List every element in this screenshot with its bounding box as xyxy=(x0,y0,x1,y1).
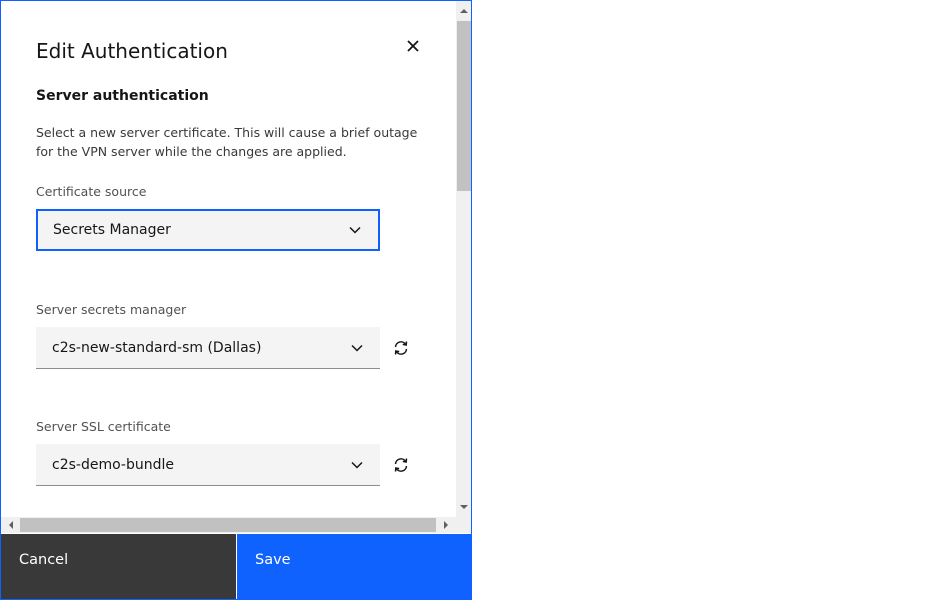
close-button[interactable] xyxy=(401,34,425,58)
scroll-down-arrow-icon[interactable] xyxy=(456,499,471,515)
description-text: Select a new server certificate. This wi… xyxy=(36,125,418,159)
scroll-left-arrow-icon[interactable] xyxy=(3,517,19,533)
cancel-button[interactable]: Cancel xyxy=(1,534,237,599)
horizontal-scroll-thumb[interactable] xyxy=(20,518,436,532)
chevron-down-icon xyxy=(351,344,363,352)
vertical-scrollbar[interactable] xyxy=(456,1,471,517)
chevron-down-icon xyxy=(351,461,363,469)
server-ssl-certificate-label: Server SSL certificate xyxy=(36,419,171,434)
scrollbar-corner xyxy=(456,517,471,533)
chevron-down-icon xyxy=(349,226,361,234)
vertical-scroll-thumb[interactable] xyxy=(457,21,471,191)
refresh-ssl-certificate-button[interactable] xyxy=(390,454,412,476)
modal-footer: Cancel Save xyxy=(1,534,471,599)
save-button[interactable]: Save xyxy=(237,534,471,599)
server-ssl-certificate-select[interactable]: c2s-demo-bundle xyxy=(36,444,380,486)
server-secrets-manager-value: c2s-new-standard-sm (Dallas) xyxy=(52,339,262,356)
refresh-icon xyxy=(394,341,408,355)
modal-title: Edit Authentication xyxy=(36,39,228,63)
close-icon xyxy=(407,40,419,52)
certificate-source-label: Certificate source xyxy=(36,184,147,199)
scroll-up-arrow-icon[interactable] xyxy=(456,3,471,19)
certificate-source-value: Secrets Manager xyxy=(53,222,171,238)
modal-body: Edit Authentication Server authenticatio… xyxy=(1,1,456,517)
horizontal-scrollbar[interactable] xyxy=(1,517,456,533)
server-ssl-certificate-value: c2s-demo-bundle xyxy=(52,456,174,473)
scroll-right-arrow-icon[interactable] xyxy=(438,517,454,533)
refresh-icon xyxy=(394,458,408,472)
edit-authentication-modal: Edit Authentication Server authenticatio… xyxy=(0,0,472,600)
section-heading: Server authentication xyxy=(36,88,209,104)
certificate-source-select[interactable]: Secrets Manager xyxy=(36,209,380,251)
server-secrets-manager-label: Server secrets manager xyxy=(36,302,187,317)
server-secrets-manager-select[interactable]: c2s-new-standard-sm (Dallas) xyxy=(36,327,380,369)
refresh-secrets-manager-button[interactable] xyxy=(390,337,412,359)
